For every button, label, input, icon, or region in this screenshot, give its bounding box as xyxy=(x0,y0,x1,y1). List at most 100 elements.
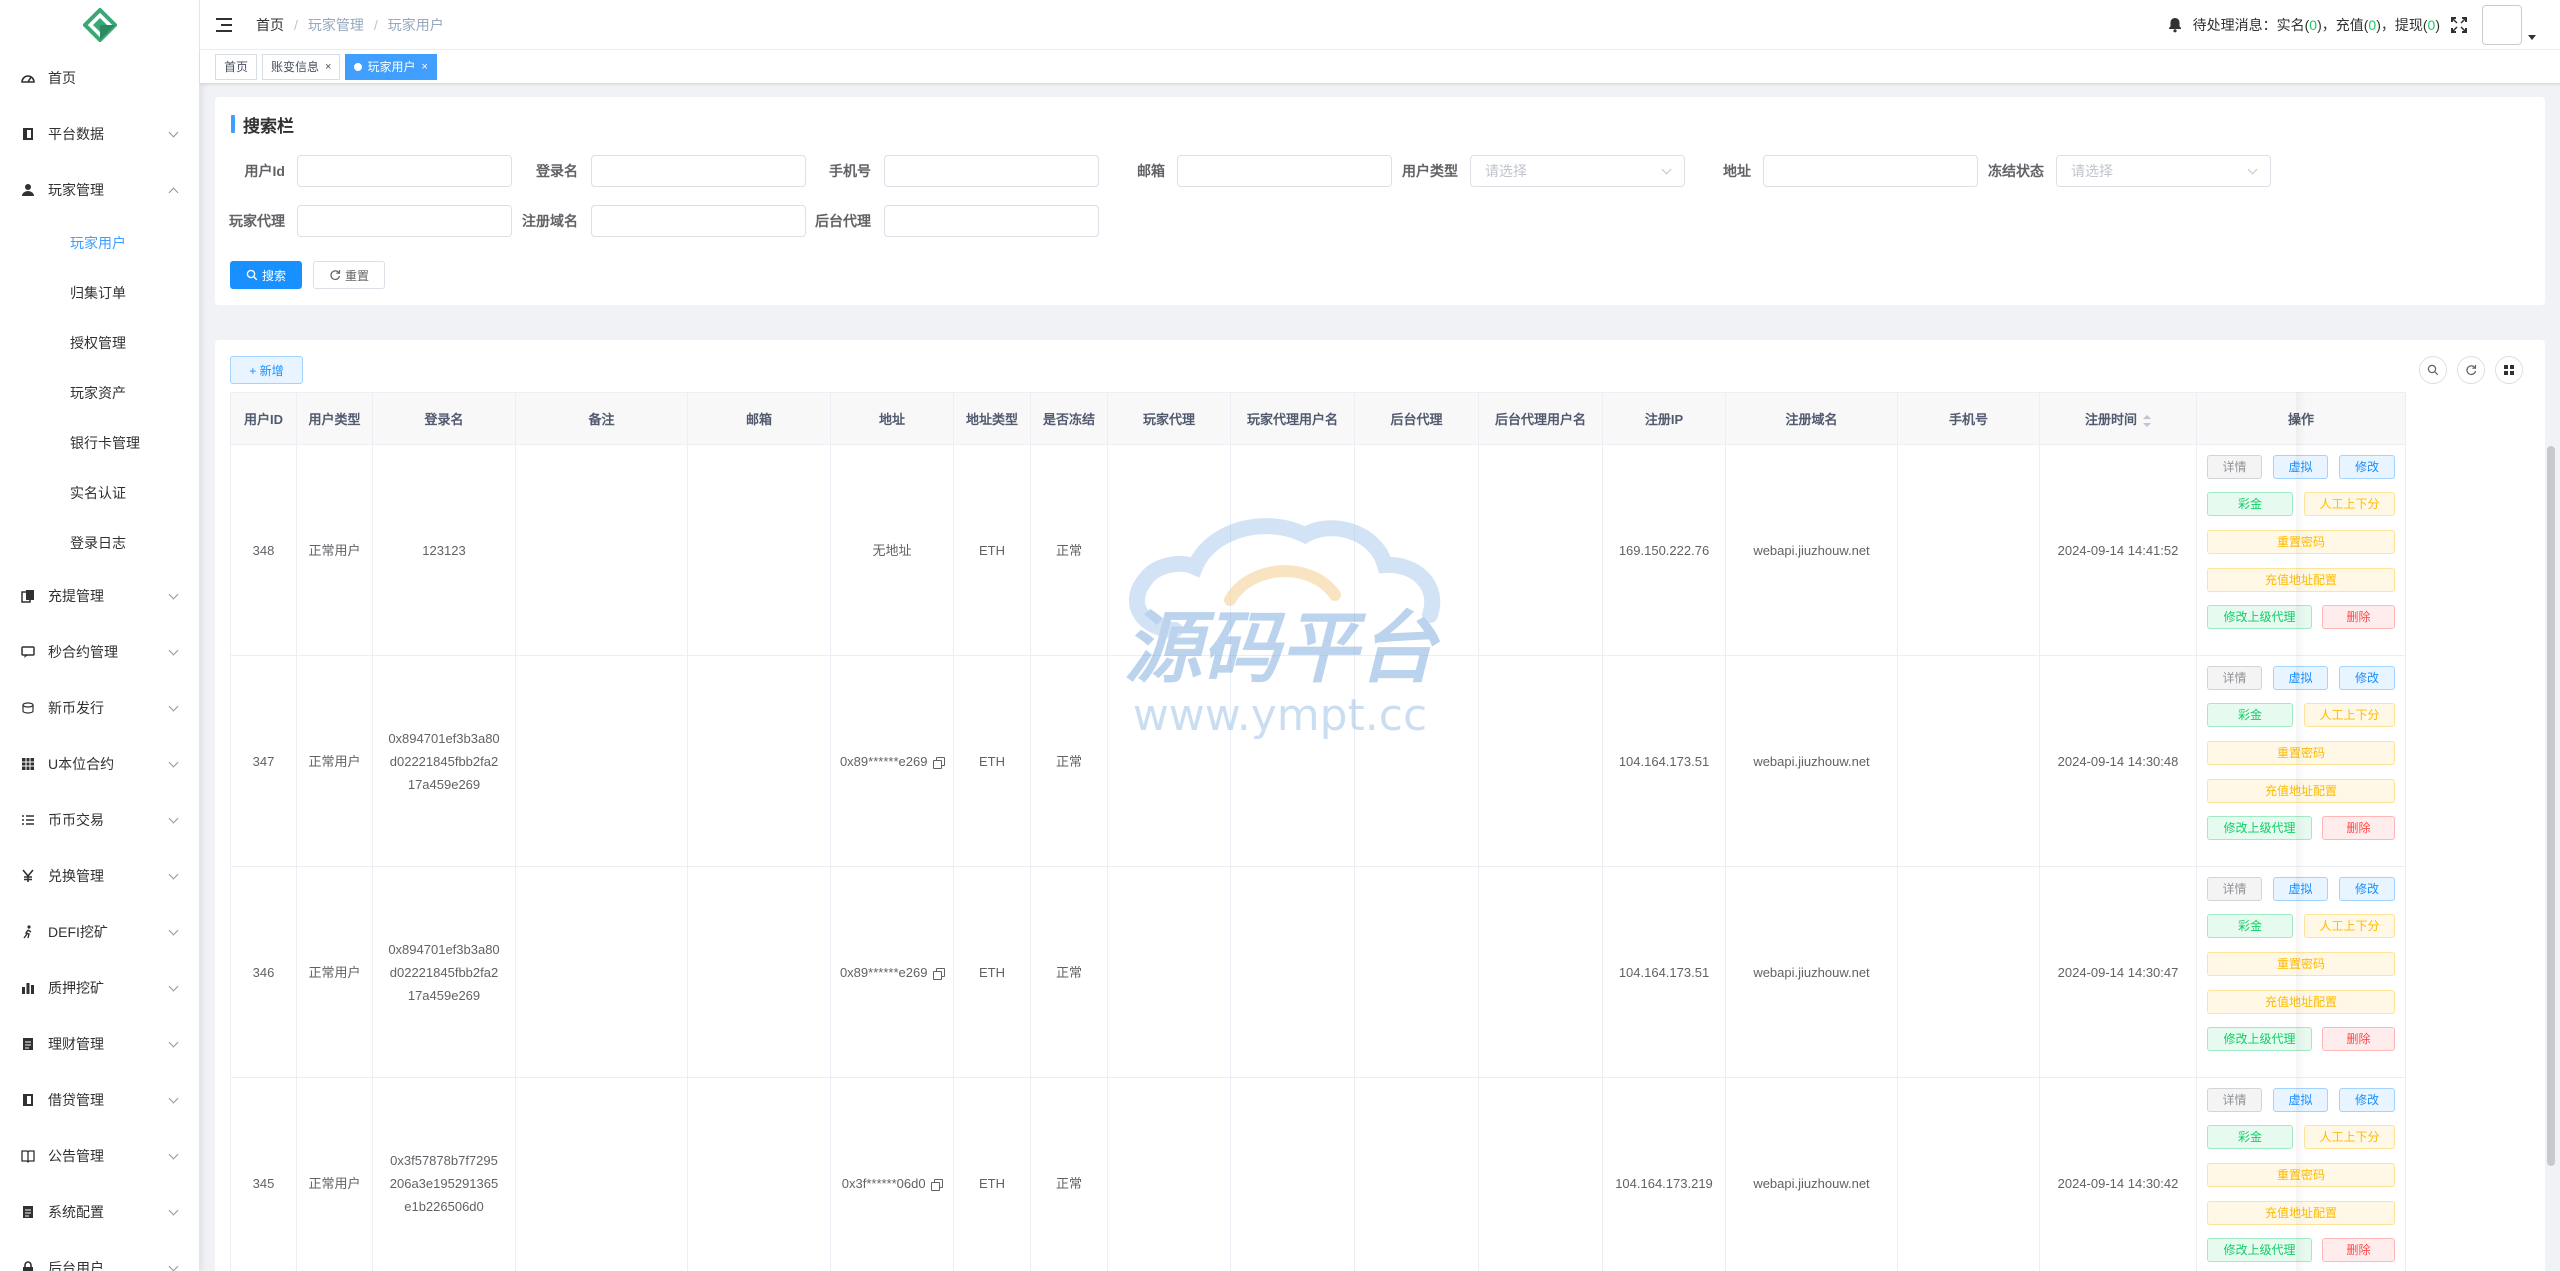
user-id-input[interactable] xyxy=(297,155,512,187)
columns-button[interactable] xyxy=(2495,356,2523,384)
pending-notice[interactable]: 待处理消息：实名(0)，充值(0)，提现(0) xyxy=(2193,15,2440,35)
close-icon[interactable]: × xyxy=(421,61,427,73)
sidebar-item-3[interactable]: 充提管理 xyxy=(0,568,199,624)
toggle-search-button[interactable] xyxy=(2419,356,2447,384)
manual-adjust-button[interactable]: 人工上下分 xyxy=(2304,1125,2395,1149)
bell-icon[interactable] xyxy=(2167,17,2183,33)
cell-id: 345 xyxy=(230,1077,297,1271)
edit-button[interactable]: 修改 xyxy=(2339,455,2395,479)
cell-remark xyxy=(515,866,688,1078)
sidebar-item-5[interactable]: 新币发行 xyxy=(0,680,199,736)
add-button[interactable]: + 新增 xyxy=(230,356,303,384)
submenu-item-1[interactable]: 归集订单 xyxy=(0,268,199,318)
sidebar-item-15[interactable]: 后台用户 xyxy=(0,1240,199,1271)
hamburger-icon[interactable] xyxy=(216,17,234,32)
detail-button[interactable]: 详情 xyxy=(2207,455,2262,479)
reg-domain-input[interactable] xyxy=(591,205,806,237)
detail-button[interactable]: 详情 xyxy=(2207,877,2262,901)
sidebar-item-2[interactable]: 玩家管理 xyxy=(0,162,199,218)
bonus-button[interactable]: 彩金 xyxy=(2207,492,2293,516)
search-button[interactable]: 搜索 xyxy=(230,261,302,289)
address-input[interactable] xyxy=(1763,155,1978,187)
column-header: 后台代理用户名 xyxy=(1478,392,1603,445)
player-agent-input[interactable] xyxy=(297,205,512,237)
tag-account-change[interactable]: 账变信息 × xyxy=(262,53,341,80)
sidebar-item-1[interactable]: 平台数据 xyxy=(0,106,199,162)
sidebar-item-7[interactable]: 币币交易 xyxy=(0,792,199,848)
manual-adjust-button[interactable]: 人工上下分 xyxy=(2304,703,2395,727)
backend-agent-input[interactable] xyxy=(884,205,1099,237)
delete-button[interactable]: 删除 xyxy=(2322,1238,2395,1262)
sidebar-item-6[interactable]: U本位合约 xyxy=(0,736,199,792)
navbar: 首页 / 玩家管理 / 玩家用户 待处理消息：实名(0)，充值(0)，提现(0) xyxy=(200,0,2560,50)
sidebar-item-10[interactable]: 质押挖矿 xyxy=(0,960,199,1016)
breadcrumb-home[interactable]: 首页 xyxy=(256,15,284,35)
cell-frozen: 正常 xyxy=(1030,1077,1108,1271)
fullscreen-icon[interactable] xyxy=(2450,16,2468,34)
sidebar-item-13[interactable]: 公告管理 xyxy=(0,1128,199,1184)
reset-button[interactable]: 重置 xyxy=(313,261,385,289)
cell-address: 无地址 xyxy=(830,444,954,656)
delete-button[interactable]: 删除 xyxy=(2322,816,2395,840)
submenu-item-6[interactable]: 登录日志 xyxy=(0,518,199,568)
yen-icon xyxy=(20,868,36,884)
delete-button[interactable]: 删除 xyxy=(2322,1027,2395,1051)
caret-down-icon[interactable] xyxy=(2528,34,2536,40)
chevron-down-icon xyxy=(168,869,179,880)
submenu-item-0[interactable]: 玩家用户 xyxy=(0,218,199,268)
logo[interactable] xyxy=(0,0,199,50)
vertical-scrollbar[interactable] xyxy=(2547,446,2555,1166)
cell-type: 正常用户 xyxy=(296,655,373,867)
grid-icon xyxy=(2504,365,2514,375)
label-address: 地址 xyxy=(1723,163,1751,179)
edit-button[interactable]: 修改 xyxy=(2339,666,2395,690)
sidebar-item-11[interactable]: 理财管理 xyxy=(0,1016,199,1072)
list-icon xyxy=(20,812,36,828)
tag-home[interactable]: 首页 xyxy=(215,53,258,80)
copy-icon[interactable] xyxy=(933,967,946,980)
close-icon[interactable]: × xyxy=(325,61,331,73)
grid-icon xyxy=(20,756,36,772)
sidebar-item-9[interactable]: DEFI挖矿 xyxy=(0,904,199,960)
manual-adjust-button[interactable]: 人工上下分 xyxy=(2304,492,2395,516)
bonus-button[interactable]: 彩金 xyxy=(2207,703,2293,727)
column-header[interactable]: 注册时间 xyxy=(2039,392,2197,445)
avatar[interactable] xyxy=(2482,5,2522,45)
submenu-item-5[interactable]: 实名认证 xyxy=(0,468,199,518)
tag-player-users[interactable]: 玩家用户 × xyxy=(345,53,437,80)
detail-button[interactable]: 详情 xyxy=(2207,666,2262,690)
sidebar-item-8[interactable]: 兑换管理 xyxy=(0,848,199,904)
login-name-input[interactable] xyxy=(591,155,806,187)
copy-icon[interactable] xyxy=(933,756,946,769)
user-icon xyxy=(20,182,36,198)
edit-button[interactable]: 修改 xyxy=(2339,1088,2395,1112)
sidebar-item-0[interactable]: 首页 xyxy=(0,50,199,106)
frozen-status-select[interactable]: 请选择 xyxy=(2056,155,2271,187)
submenu-item-2[interactable]: 授权管理 xyxy=(0,318,199,368)
sidebar-item-label: 系统配置 xyxy=(48,1204,104,1220)
bonus-button[interactable]: 彩金 xyxy=(2207,1125,2293,1149)
cell-id: 348 xyxy=(230,444,297,656)
email-input[interactable] xyxy=(1177,155,1392,187)
cell-bk_agent_name xyxy=(1478,655,1603,867)
cell-domain: webapi.jiuzhouw.net xyxy=(1725,1077,1898,1271)
sidebar-item-14[interactable]: 系统配置 xyxy=(0,1184,199,1240)
sort-icon[interactable] xyxy=(2143,414,2151,427)
sidebar-item-12[interactable]: 借贷管理 xyxy=(0,1072,199,1128)
cell-address: 0x89******e269 xyxy=(830,866,954,1078)
cell-agent xyxy=(1107,444,1231,656)
refresh-button[interactable] xyxy=(2457,356,2485,384)
submenu-item-4[interactable]: 银行卡管理 xyxy=(0,418,199,468)
manual-adjust-button[interactable]: 人工上下分 xyxy=(2304,914,2395,938)
edit-button[interactable]: 修改 xyxy=(2339,877,2395,901)
phone-input[interactable] xyxy=(884,155,1099,187)
copy-icon[interactable] xyxy=(931,1178,944,1191)
bonus-button[interactable]: 彩金 xyxy=(2207,914,2293,938)
submenu-item-3[interactable]: 玩家资产 xyxy=(0,368,199,418)
delete-button[interactable]: 删除 xyxy=(2322,605,2395,629)
sidebar-item-4[interactable]: 秒合约管理 xyxy=(0,624,199,680)
detail-button[interactable]: 详情 xyxy=(2207,1088,2262,1112)
user-type-select[interactable]: 请选择 xyxy=(1470,155,1685,187)
chevron-up-icon xyxy=(168,187,179,198)
cell-addr_type: ETH xyxy=(953,444,1031,656)
